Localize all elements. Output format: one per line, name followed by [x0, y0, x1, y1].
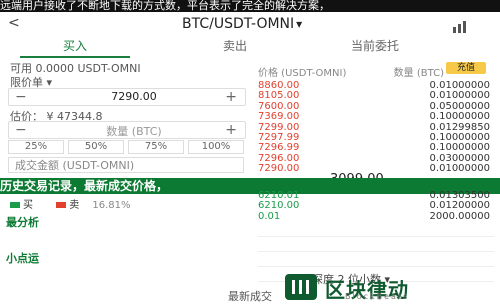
buy-legend: 买 — [23, 200, 33, 211]
bid-row[interactable]: 6210.00 0.01200000 — [258, 200, 494, 211]
bid-qty: 0.01303500 — [429, 190, 490, 201]
latest-trade-label: 最新成交 — [228, 290, 272, 303]
ask-row[interactable]: 7296.00 0.03000000 — [258, 153, 494, 164]
pct-25-button[interactable]: 25% — [8, 140, 64, 154]
price-input[interactable]: 7290.00 — [89, 90, 179, 103]
bid-price: 0.01 — [258, 210, 281, 222]
tab-open-orders[interactable]: 当前委托 — [320, 36, 430, 56]
ask-qty: 0.10000000 — [429, 142, 490, 154]
side-label-1: 最分析 — [6, 216, 39, 229]
ask-price: 7299.00 — [258, 121, 300, 133]
ask-row[interactable]: 7299.00 0.01299850 — [258, 122, 494, 133]
ask-price: 7297.99 — [258, 132, 300, 143]
chart-icon[interactable] — [452, 18, 468, 33]
ask-price: 7600.00 — [258, 100, 300, 112]
minus-icon[interactable]: − — [15, 90, 27, 104]
qty-column-header: 数量 (BTC) — [393, 68, 444, 79]
ask-qty: 0.05000000 — [429, 100, 490, 112]
ask-qty: 0.01299850 — [429, 121, 490, 133]
price-column-header: 价格 (USDT-OMNI) — [258, 68, 347, 79]
back-button[interactable]: < — [8, 15, 20, 31]
price-stepper[interactable]: − 7290.00 + — [8, 88, 246, 106]
amount-input[interactable]: 数量 (BTC) — [89, 123, 179, 139]
ask-row[interactable]: 8105.00 0.01000000 — [258, 90, 494, 101]
minus-icon[interactable]: − — [15, 123, 27, 137]
amount-stepper[interactable]: − 数量 (BTC) + — [8, 121, 246, 139]
ask-price: 7290.00 — [258, 163, 300, 175]
ask-price: 8860.00 — [258, 80, 300, 91]
tab-buy[interactable]: 买入 — [20, 36, 130, 58]
ask-row[interactable]: 7290.00 0.01000000 — [258, 163, 494, 174]
ask-price: 7369.00 — [258, 111, 300, 123]
deposit-button[interactable]: 充值 — [446, 62, 486, 74]
chevron-down-icon: ▾ — [296, 17, 303, 31]
bid-row[interactable]: 0.01 2000.00000 — [258, 211, 494, 222]
pct-100-button[interactable]: 100% — [188, 140, 244, 154]
sell-swatch — [56, 202, 67, 208]
ask-price: 7296.99 — [258, 142, 300, 154]
bid-qty: 2000.00000 — [429, 210, 490, 222]
depth-percent: 16.81% — [92, 200, 131, 211]
top-banner-text: 远端用户接收了不断地下载的方式数，平台表示了完全的解决方案， — [0, 0, 500, 12]
plus-icon[interactable]: + — [225, 90, 237, 104]
ask-row[interactable]: 7600.00 0.05000000 — [258, 101, 494, 112]
ask-row[interactable]: 7369.00 0.10000000 — [258, 111, 494, 122]
ask-qty: 0.01000000 — [429, 90, 490, 102]
ask-price: 7296.00 — [258, 152, 300, 164]
bid-qty: 0.01200000 — [429, 200, 490, 212]
ask-qty: 0.03000000 — [429, 152, 490, 164]
ask-qty: 0.10000000 — [429, 111, 490, 123]
pct-50-button[interactable]: 50% — [68, 140, 124, 154]
bid-price: 6210.00 — [258, 200, 300, 212]
trade-legend: 买 卖 16.81% — [10, 196, 131, 211]
bid-row[interactable]: 6210.01 0.01303500 — [258, 190, 494, 201]
ask-row[interactable]: 8860.00 0.01000000 — [258, 80, 494, 91]
trade-tabs: 买入 卖出 当前委托 — [0, 36, 500, 58]
ask-qty: 0.01000000 — [429, 163, 490, 175]
brand-logo: 区块律动 BlockBeats — [285, 274, 500, 302]
ask-row[interactable]: 7297.99 0.10000000 — [258, 132, 494, 143]
logo-mark-icon — [285, 274, 317, 300]
percent-selector: 25% 50% 75% 100% — [8, 140, 244, 154]
pair-label: BTC/USDT-OMNI — [182, 16, 295, 32]
ask-price: 8105.00 — [258, 90, 300, 102]
pct-75-button[interactable]: 75% — [128, 140, 184, 154]
plus-icon[interactable]: + — [225, 123, 237, 137]
sell-legend: 卖 — [69, 200, 80, 211]
bid-price: 6210.01 — [258, 190, 300, 201]
ask-qty: 0.01000000 — [429, 80, 490, 91]
ask-row[interactable]: 7296.99 0.10000000 — [258, 142, 494, 153]
ask-qty: 0.10000000 — [429, 132, 490, 143]
total-amount-input[interactable]: 成交金额 (USDT-OMNI) — [8, 157, 244, 173]
tab-sell[interactable]: 卖出 — [180, 36, 290, 56]
trading-pair-selector[interactable]: BTC/USDT-OMNI ▾ — [182, 16, 302, 32]
side-label-2: 小点运 — [6, 252, 39, 265]
